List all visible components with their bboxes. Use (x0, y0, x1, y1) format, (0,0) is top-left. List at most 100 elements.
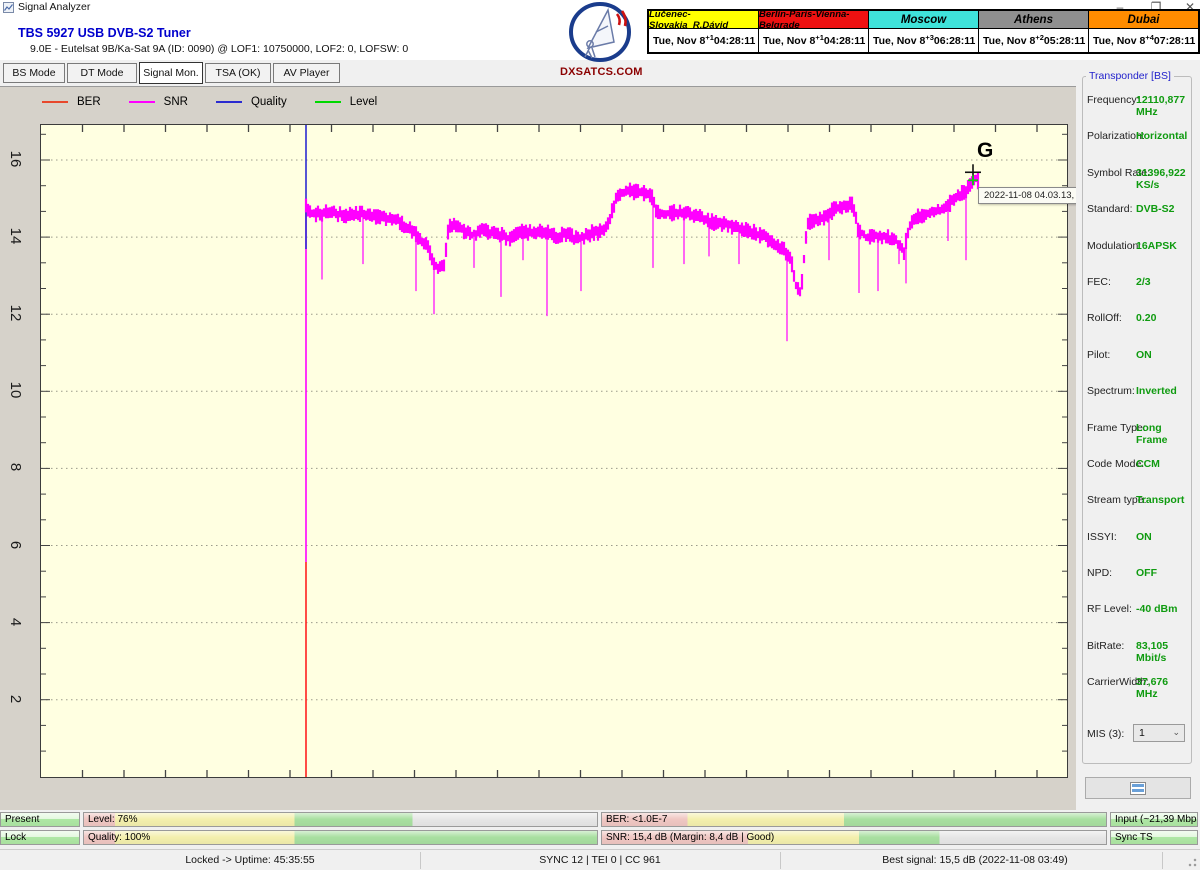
tp-field-standard-: Standard:DVB-S2 (1087, 203, 1191, 239)
clock-time: Tue, Nov 8+104:28:11 (649, 29, 758, 52)
marker-label: G (977, 139, 993, 163)
clock-athens: AthensTue, Nov 8+205:28:11 (979, 11, 1089, 52)
clock-city: Moscow (869, 11, 978, 29)
tp-field-code-mode-: Code Mode:CCM (1087, 458, 1191, 494)
legend-label: SNR (164, 96, 188, 108)
clock-city: Berlin-Paris-Vienna-Belgrade (759, 11, 868, 29)
y-axis-label-10: 10 (8, 377, 24, 403)
clock-time: Tue, Nov 8+104:28:11 (759, 29, 868, 52)
field-label: Standard: (1087, 203, 1133, 215)
field-label: Modulation: (1087, 240, 1141, 252)
field-value: DVB-S2 (1136, 203, 1175, 215)
clock-berlin-paris-vienna-belgrade: Berlin-Paris-Vienna-BelgradeTue, Nov 8+1… (759, 11, 869, 52)
legend-line (129, 101, 155, 103)
field-label: Pilot: (1087, 349, 1110, 361)
status-separator (780, 852, 781, 869)
status-bar: Locked -> Uptime: 45:35:55 SYNC 12 | TEI… (0, 849, 1200, 870)
field-value: Long Frame (1136, 422, 1191, 446)
field-label: NPD: (1087, 567, 1112, 579)
field-value: 37,676 MHz (1136, 676, 1191, 700)
clock-city: Dubai (1089, 11, 1198, 29)
tp-field-npd-: NPD: OFF (1087, 567, 1191, 603)
resize-grip[interactable] (1187, 858, 1197, 868)
tp-field-rolloff-: RollOff: 0.20 (1087, 312, 1191, 348)
status-separator (420, 852, 421, 869)
tp-field-stream-type-: Stream type:Transport (1087, 494, 1191, 530)
tab-bs-mode[interactable]: BS Mode (3, 63, 65, 83)
chart-region: BERSNRQualityLevel G 2022-11-08 04.03.13… (0, 86, 1076, 810)
snr-meter: SNR: 15,4 dB (Margin: 8,4 dB | Good) (601, 830, 1107, 845)
clock-time: Tue, Nov 8+407:28:11 (1089, 29, 1198, 52)
tp-field-spectrum-: Spectrum:Inverted (1087, 385, 1191, 421)
signal-plot[interactable]: G 2022-11-08 04.03.13, value: 15,5 (40, 124, 1068, 778)
field-value: 2/3 (1136, 276, 1151, 288)
field-value: 0.20 (1136, 312, 1156, 324)
mis-label: MIS (3): (1087, 728, 1124, 740)
transponder-fields: Frequency:12110,877 MHzPolarization:Hori… (1087, 94, 1191, 713)
y-axis-label-8: 8 (8, 454, 24, 480)
field-value: OFF (1136, 567, 1157, 579)
legend-label: BER (77, 96, 101, 108)
list-icon (1130, 782, 1146, 795)
quality-meter: Quality: 100% (83, 830, 598, 845)
y-axis-label-6: 6 (8, 532, 24, 558)
y-axis-label-12: 12 (8, 300, 24, 326)
legend-label: Level (350, 96, 378, 108)
mis-selected-value: 1 (1139, 727, 1145, 739)
mis-dropdown[interactable]: 1 ⌄ (1133, 724, 1185, 742)
field-value: CCM (1136, 458, 1160, 470)
tab-tsa-ok-[interactable]: TSA (OK) (205, 63, 271, 83)
mis-row: MIS (3): 1 ⌄ (1087, 724, 1191, 744)
legend-line (42, 101, 68, 103)
field-value: Horizontal (1136, 130, 1187, 142)
stream-list-button[interactable] (1085, 777, 1191, 799)
tab-av-player[interactable]: AV Player (273, 63, 340, 83)
tp-field-modulation-: Modulation:16APSK (1087, 240, 1191, 276)
tp-field-polarization-: Polarization:Horizontal (1087, 130, 1191, 166)
y-axis-label-4: 4 (8, 609, 24, 635)
app-icon (3, 2, 14, 13)
clock-lu-enec-slovakia-r-d-vid: Lučenec-Slovakia_R.DávidTue, Nov 8+104:2… (649, 11, 759, 52)
y-axis-label-16: 16 (8, 146, 24, 172)
field-value: ON (1136, 531, 1152, 543)
tp-field-frequency-: Frequency:12110,877 MHz (1087, 94, 1191, 130)
tuning-info: 9.0E - Eutelsat 9B/Ka-Sat 9A (ID: 0090) … (30, 43, 408, 55)
uptime-status: Locked -> Uptime: 45:35:55 (100, 854, 400, 866)
dxsatcs-logo: DXSATCS.COM (560, 2, 640, 82)
level-meter: Level: 76% (83, 812, 598, 827)
field-value: 83,105 Mbit/s (1136, 640, 1191, 664)
legend-item-level: Level (315, 96, 378, 108)
logo-text: DXSATCS.COM (560, 66, 640, 78)
field-value: Transport (1136, 494, 1184, 506)
best-signal-status: Best signal: 15,5 dB (2022-11-08 03:49) (800, 854, 1150, 866)
field-label: Frequency: (1087, 94, 1140, 106)
present-indicator: Present (0, 812, 80, 827)
snr-trace-canvas (41, 125, 1067, 777)
tab-signal-mon-[interactable]: Signal Mon. (139, 62, 203, 84)
y-axis-label-14: 14 (8, 223, 24, 249)
tab-dt-mode[interactable]: DT Mode (67, 63, 137, 83)
tp-field-rf-level-: RF Level:-40 dBm (1087, 603, 1191, 639)
tp-field-frame-type-: Frame Type:Long Frame (1087, 422, 1191, 458)
device-title: TBS 5927 USB DVB-S2 Tuner (18, 26, 191, 40)
field-label: RollOff: (1087, 312, 1122, 324)
window-title: Signal Analyzer (18, 1, 90, 13)
legend-line (216, 101, 242, 103)
sync-status: SYNC 12 | TEI 0 | CC 961 (450, 854, 750, 866)
satellite-dish-icon (568, 2, 632, 64)
clock-time: Tue, Nov 8+205:28:11 (979, 29, 1088, 52)
field-value: 31396,922 KS/s (1136, 167, 1191, 191)
input-indicator: Input (~21,39 Mbps) (1110, 812, 1198, 827)
field-value: 16APSK (1136, 240, 1177, 252)
legend-item-snr: SNR (129, 96, 188, 108)
ber-meter: BER: <1.0E-7 (601, 812, 1107, 827)
tp-field-pilot-: Pilot:ON (1087, 349, 1191, 385)
legend-line (315, 101, 341, 103)
clock-dubai: DubaiTue, Nov 8+407:28:11 (1089, 11, 1198, 52)
field-label: RF Level: (1087, 603, 1132, 615)
field-label: ISSYI: (1087, 531, 1117, 543)
world-clocks: Lučenec-Slovakia_R.DávidTue, Nov 8+104:2… (647, 9, 1200, 54)
clock-time: Tue, Nov 8+306:28:11 (869, 29, 978, 52)
field-label: FEC: (1087, 276, 1111, 288)
tp-field-symbol-rate-: Symbol Rate:31396,922 KS/s (1087, 167, 1191, 203)
